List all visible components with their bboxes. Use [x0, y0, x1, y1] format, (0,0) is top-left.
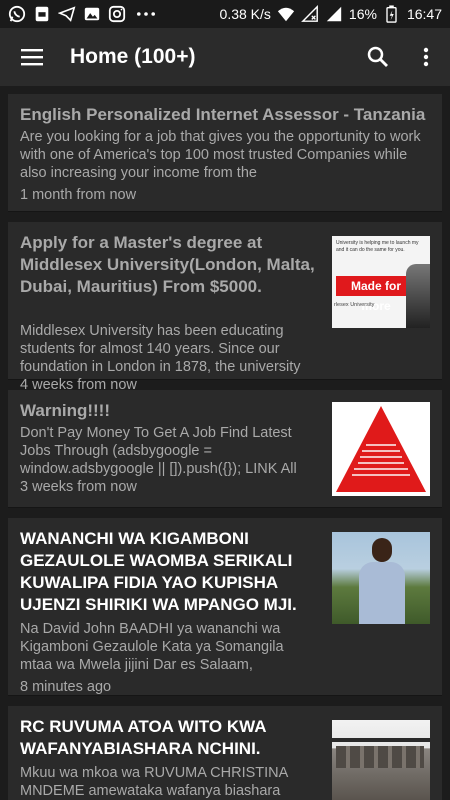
thumbnail-caption: and it can do the same for you.: [336, 247, 405, 253]
thumbnail-caption: rlesex University: [334, 302, 375, 308]
post-time: 3 weeks from now: [20, 479, 137, 495]
post-thumbnail[interactable]: [332, 720, 430, 800]
post-time: 1 month from now: [20, 187, 137, 203]
post-card[interactable]: WANANCHI WA KIGAMBONI GEZAULOLE WAOMBA S…: [8, 518, 442, 696]
sim-card-icon: [33, 5, 51, 23]
net-speed: 0.38 K/s: [219, 6, 271, 22]
person-body: [359, 562, 405, 624]
search-icon[interactable]: [350, 29, 406, 85]
person-head: [372, 538, 392, 562]
building-wall: [336, 746, 424, 768]
thumbnail-caption: University is helping me to launch my: [336, 240, 419, 246]
warning-triangle-image: [336, 406, 426, 492]
post-excerpt: Are you looking for a job that gives you…: [20, 129, 421, 181]
instagram-icon: [108, 5, 126, 23]
post-excerpt: Middlesex University has been educating …: [20, 323, 301, 375]
signal-icon: [325, 5, 343, 23]
post-card[interactable]: Warning!!!! Don't Pay Money To Get A Job…: [8, 390, 442, 508]
post-excerpt: Mkuu wa mkoa wa RUVUMA CHRISTINA MNDEME …: [20, 765, 288, 799]
post-title[interactable]: English Personalized Internet Assessor -…: [20, 104, 430, 126]
post-title[interactable]: WANANCHI WA KIGAMBONI GEZAULOLE WAOMBA S…: [20, 528, 318, 616]
post-thumbnail[interactable]: [332, 532, 430, 624]
battery-charging-icon: [383, 5, 401, 23]
gallery-icon: [83, 5, 101, 23]
post-title[interactable]: Apply for a Master's degree at Middlesex…: [20, 232, 318, 320]
status-bar: 0.38 K/s 16% 16:47: [0, 0, 450, 28]
whatsapp-icon: [8, 5, 26, 23]
more-dots-icon: [133, 5, 159, 23]
post-thumbnail[interactable]: University is helping me to launch my an…: [332, 236, 430, 328]
post-card[interactable]: RC RUVUMA ATOA WITO KWA WAFANYABIASHARA …: [8, 706, 442, 800]
post-title[interactable]: RC RUVUMA ATOA WITO KWA WAFANYABIASHARA …: [20, 716, 318, 760]
post-card[interactable]: Apply for a Master's degree at Middlesex…: [8, 222, 442, 393]
telegram-icon: [58, 5, 76, 23]
hamburger-menu-icon[interactable]: [4, 29, 60, 85]
post-thumbnail[interactable]: [332, 402, 430, 496]
post-time: 8 minutes ago: [20, 679, 112, 695]
post-title[interactable]: Warning!!!!: [20, 400, 318, 422]
building-roof: [332, 738, 430, 742]
app-toolbar: Home (100+): [0, 28, 450, 86]
post-excerpt: Don't Pay Money To Get A Job Find Latest…: [20, 425, 297, 477]
clock: 16:47: [406, 6, 442, 22]
post-excerpt: Na David John BAADHI ya wananchi wa Kiga…: [20, 621, 284, 673]
thumbnail-banner: Made for more: [336, 276, 416, 313]
battery-percent: 16%: [348, 6, 377, 22]
person-silhouette: [406, 264, 430, 328]
wifi-icon: [277, 5, 295, 23]
page-title: Home (100+): [70, 45, 196, 68]
overflow-menu-icon[interactable]: [406, 29, 446, 85]
signal-no-data-icon: [300, 5, 319, 23]
post-card[interactable]: English Personalized Internet Assessor -…: [8, 94, 442, 212]
post-feed[interactable]: English Personalized Internet Assessor -…: [0, 86, 450, 800]
